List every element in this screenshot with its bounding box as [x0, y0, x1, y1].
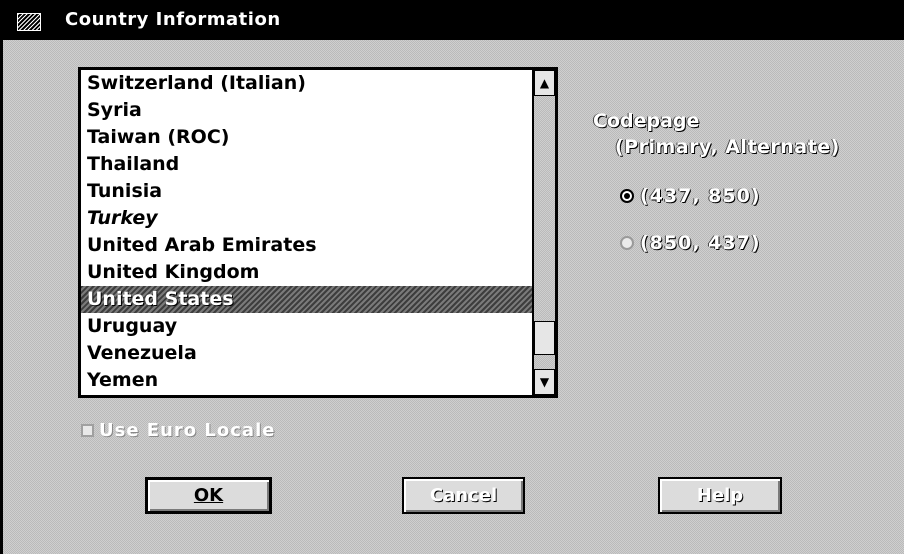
cancel-button-label: Cancel: [429, 485, 498, 506]
country-list-item[interactable]: United States: [81, 286, 532, 313]
codepage-option-850-437[interactable]: (850, 437): [620, 231, 761, 255]
country-listbox[interactable]: Switzerland (Italian) Syria Taiwan (ROC) Th…: [78, 67, 558, 398]
country-list-item[interactable]: Uruguay: [81, 313, 532, 340]
ok-button-label: OK: [193, 485, 224, 506]
country-list-item[interactable]: Turkey: [81, 205, 532, 232]
country-list-item[interactable]: Syria: [81, 97, 532, 124]
system-menu-icon[interactable]: [17, 13, 41, 31]
country-list-item[interactable]: Thailand: [81, 151, 532, 178]
window-title: Country Information: [65, 9, 281, 30]
country-list-item[interactable]: Venezuela: [81, 340, 532, 367]
euro-locale-checkbox[interactable]: Use Euro Locale: [81, 420, 275, 441]
cancel-button[interactable]: Cancel: [402, 477, 525, 514]
country-list-item[interactable]: Switzerland (Italian): [81, 70, 532, 97]
country-list-item[interactable]: United Kingdom: [81, 259, 532, 286]
codepage-option-label: (437, 850): [640, 185, 761, 207]
help-button-label: Help: [696, 485, 744, 506]
codepage-label: Codepage: [593, 110, 700, 132]
help-button[interactable]: Help: [658, 477, 782, 514]
codepage-sublabel: (Primary, Alternate): [615, 136, 840, 158]
checkbox-icon[interactable]: [81, 424, 94, 437]
ok-button[interactable]: OK: [145, 477, 272, 514]
radio-unselected-icon[interactable]: [620, 236, 634, 250]
codepage-option-437-850[interactable]: (437, 850): [620, 184, 761, 208]
country-list-item[interactable]: Yemen: [81, 367, 532, 394]
list-scrollbar[interactable]: ▲ ▼: [532, 70, 555, 395]
country-list-item[interactable]: Taiwan (ROC): [81, 124, 532, 151]
euro-locale-label: Use Euro Locale: [99, 420, 276, 441]
country-list-item[interactable]: United Arab Emirates: [81, 232, 532, 259]
radio-selected-icon[interactable]: [620, 189, 634, 203]
codepage-option-label: (850, 437): [640, 232, 761, 254]
country-information-dialog: Country Information Switzerland (Italian…: [0, 0, 904, 554]
country-list-items: Switzerland (Italian) Syria Taiwan (ROC) Th…: [81, 70, 532, 395]
scroll-down-arrow-icon[interactable]: ▼: [534, 369, 555, 395]
title-bar[interactable]: Country Information: [3, 0, 904, 40]
scroll-thumb[interactable]: [534, 320, 555, 355]
country-list-item[interactable]: Tunisia: [81, 178, 532, 205]
scroll-up-arrow-icon[interactable]: ▲: [534, 70, 555, 96]
